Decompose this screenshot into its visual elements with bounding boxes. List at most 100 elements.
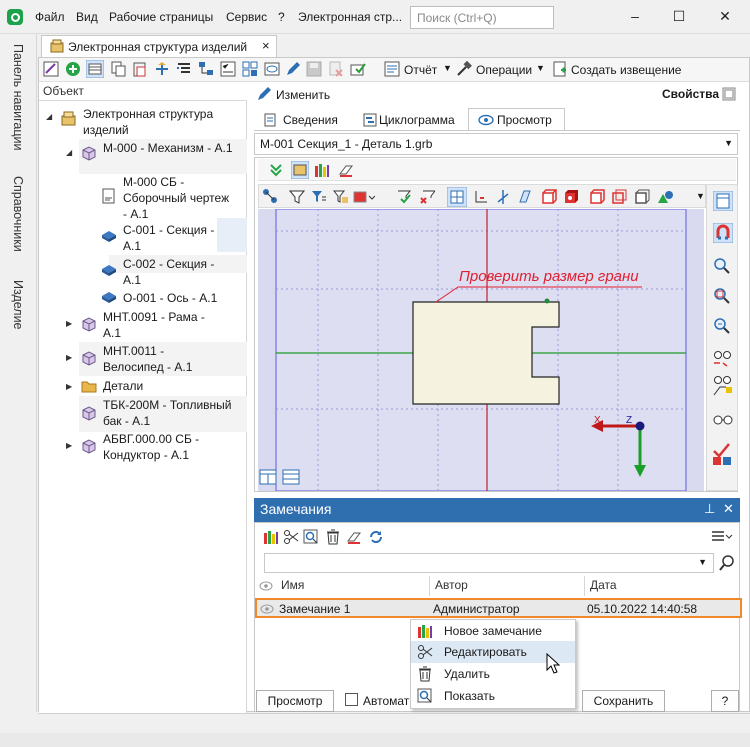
expand-arrow-icon[interactable]: ▶ xyxy=(66,319,72,328)
cube-wire-icon[interactable] xyxy=(611,189,627,205)
checkin-icon[interactable] xyxy=(350,61,366,77)
cube-hidden-icon[interactable] xyxy=(634,189,650,205)
tree-column-header[interactable]: Объект xyxy=(39,83,247,101)
save-button[interactable]: Сохранить xyxy=(582,690,665,712)
hierarchy-icon[interactable] xyxy=(198,61,214,77)
edit-button[interactable]: Изменить xyxy=(276,88,330,102)
drawing-canvas[interactable]: Проверить размер грани X Z xyxy=(258,209,704,491)
nav-panel-tab[interactable]: Панель навигации xyxy=(11,44,25,151)
zoom-fit-icon[interactable] xyxy=(713,317,731,335)
grid-icon[interactable] xyxy=(242,61,258,77)
glasses-view-icon[interactable] xyxy=(712,413,734,427)
column-header-name[interactable]: Имя xyxy=(281,578,304,592)
glasses-icon[interactable] xyxy=(712,349,734,367)
tab-cyclogram[interactable]: Циклограмма xyxy=(356,108,465,131)
menu-item-new-remark[interactable]: Новое замечание xyxy=(411,620,575,642)
chevron-down-icon[interactable]: ▼ xyxy=(724,138,733,148)
copy-icon[interactable] xyxy=(110,61,126,77)
visibility-eye-icon[interactable] xyxy=(259,603,275,615)
view-front-icon[interactable] xyxy=(447,187,467,207)
search-icon[interactable] xyxy=(718,554,736,572)
add-icon[interactable] xyxy=(65,61,81,77)
table-row[interactable]: Замечание 1 Администратор 05.10.2022 14:… xyxy=(255,598,742,618)
menu-help[interactable]: ? xyxy=(278,10,285,24)
tree-node-root[interactable]: Электронная структура изделий xyxy=(83,106,233,138)
scissors-icon[interactable] xyxy=(283,529,299,545)
tree-node-frame[interactable]: МНТ.0091 - Рама - А.1 xyxy=(103,309,223,341)
column-header-author[interactable]: Автор xyxy=(435,578,468,592)
wizard-icon[interactable] xyxy=(43,61,59,77)
pencil-icon[interactable] xyxy=(285,61,301,77)
measure-icon[interactable] xyxy=(712,375,734,399)
check-color-icon[interactable] xyxy=(711,443,735,469)
menu-view[interactable]: Вид xyxy=(76,10,98,24)
menu-item-show[interactable]: Показать xyxy=(411,685,575,707)
document-tab[interactable]: Электронная структура изделий × xyxy=(41,35,277,57)
split-horizontal-icon[interactable] xyxy=(259,469,277,485)
tree-node-assembly[interactable]: М-000 - Механизм - А.1 xyxy=(103,140,233,156)
filter-settings-icon[interactable] xyxy=(333,189,349,205)
shapes-icon[interactable] xyxy=(657,189,675,205)
layers-icon[interactable] xyxy=(291,161,309,179)
hammer-icon[interactable] xyxy=(456,61,472,77)
notice-icon[interactable] xyxy=(552,61,568,77)
chevron-down-icon[interactable]: ▼ xyxy=(698,557,707,567)
tree-node-details[interactable]: Детали xyxy=(103,378,223,394)
directories-tab[interactable]: Справочники xyxy=(11,176,25,252)
double-chevron-down-icon[interactable] xyxy=(268,162,284,178)
filter-apply-icon[interactable] xyxy=(397,189,413,205)
list-icon[interactable] xyxy=(176,61,192,77)
filter-icon[interactable] xyxy=(289,189,305,205)
connect-icon[interactable] xyxy=(262,188,278,204)
operations-dropdown-icon[interactable]: ▼ xyxy=(536,63,545,73)
zoom-window-icon[interactable] xyxy=(713,287,731,305)
zoom-icon[interactable] xyxy=(713,257,731,275)
magnet-icon[interactable] xyxy=(713,223,733,243)
file-select[interactable]: М-001 Секция_1 - Деталь 1.grb ▼ xyxy=(254,133,738,155)
report-icon[interactable] xyxy=(384,61,400,77)
checklist-icon[interactable] xyxy=(220,61,236,77)
save-icon[interactable] xyxy=(306,61,322,77)
tree-node-section-2[interactable]: С-002 - Секция - А.1 xyxy=(123,256,223,288)
show-remark-icon[interactable] xyxy=(303,529,319,545)
filter-list-icon[interactable] xyxy=(311,189,327,205)
column-header-date[interactable]: Дата xyxy=(590,578,617,592)
minimize-button[interactable]: – xyxy=(628,8,642,26)
filter-clear-icon[interactable] xyxy=(419,189,435,205)
maximize-button[interactable]: ☐ xyxy=(672,8,686,26)
menu-document[interactable]: Электронная стр... xyxy=(298,10,402,24)
move-icon[interactable] xyxy=(154,61,170,77)
search-input[interactable]: Поиск (Ctrl+Q) xyxy=(410,6,554,29)
edit-pencil-icon[interactable] xyxy=(256,86,272,102)
eye-view-icon[interactable] xyxy=(264,61,280,77)
expand-arrow-icon[interactable]: ▶ xyxy=(66,441,72,450)
report-dropdown-icon[interactable]: ▼ xyxy=(443,63,452,73)
delete-icon[interactable] xyxy=(325,529,341,545)
tree-node-fuel-tank[interactable]: ТБК-200М - Топливный бак - А.1 xyxy=(103,397,233,429)
cancel-icon[interactable] xyxy=(328,61,344,77)
close-icon[interactable]: ✕ xyxy=(723,501,734,517)
filter-input[interactable]: ▼ xyxy=(264,553,714,573)
refresh-icon[interactable] xyxy=(368,529,384,545)
tree-node-jig[interactable]: АБВГ.000.00 СБ - Кондуктор - А.1 xyxy=(103,431,233,463)
color-select-icon[interactable] xyxy=(353,189,375,205)
pin-icon[interactable]: ⊥ xyxy=(704,501,715,517)
axis-icon[interactable] xyxy=(473,189,489,205)
menu-workpages[interactable]: Рабочие страницы xyxy=(109,10,213,24)
tab-info[interactable]: Сведения xyxy=(254,108,343,131)
create-notice-button[interactable]: Создать извещение xyxy=(571,63,681,77)
tree-node-section-1[interactable]: С-001 - Секция - А.1 xyxy=(123,222,223,254)
cube-red-icon[interactable] xyxy=(541,189,557,205)
close-button[interactable]: ✕ xyxy=(718,8,732,26)
axis-3d-icon[interactable] xyxy=(495,189,511,205)
operations-menu[interactable]: Операции xyxy=(476,63,532,77)
menu-service[interactable]: Сервис xyxy=(226,10,267,24)
expand-arrow-icon[interactable]: ▶ xyxy=(66,353,72,362)
paste-icon[interactable] xyxy=(132,61,148,77)
toolbar-overflow-icon[interactable]: ▼ xyxy=(696,191,705,201)
cube-outline-icon[interactable] xyxy=(589,189,605,205)
report-menu[interactable]: Отчёт xyxy=(404,63,437,77)
preview-button[interactable]: Просмотр xyxy=(256,690,334,712)
new-remark-icon[interactable] xyxy=(314,162,330,178)
column-menu-icon[interactable] xyxy=(711,530,733,544)
